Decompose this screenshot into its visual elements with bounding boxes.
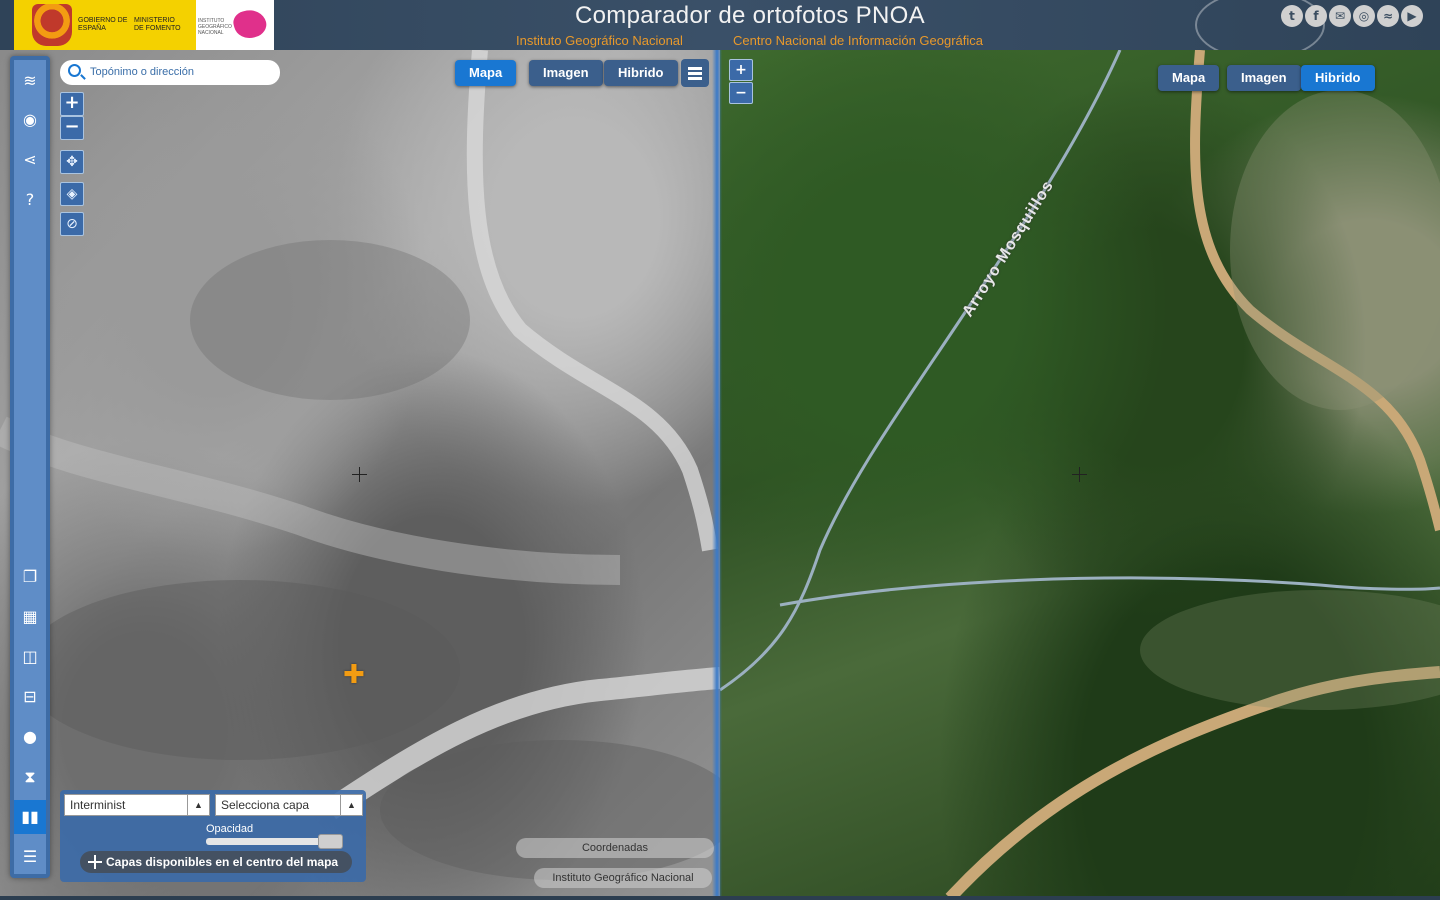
layers-menu-icon[interactable] bbox=[681, 59, 709, 87]
opacity-label: Opacidad bbox=[206, 823, 254, 835]
right-mapa-button[interactable]: Mapa bbox=[1158, 65, 1220, 91]
coat-of-arms-icon bbox=[32, 4, 72, 46]
right-map-panel[interactable] bbox=[720, 50, 1440, 898]
crosshair-icon bbox=[88, 855, 102, 869]
right-center-crosshair bbox=[1072, 467, 1087, 482]
horizontal-split-icon[interactable]: ⊟ bbox=[14, 680, 46, 714]
left-imagen-button[interactable]: Imagen bbox=[529, 60, 603, 86]
instagram-icon[interactable]: ◎ bbox=[1353, 5, 1375, 27]
search-icon[interactable] bbox=[68, 64, 81, 77]
center-layers-label: Capas disponibles en el centro del mapa bbox=[106, 855, 339, 869]
left-zoom-in-button[interactable]: + bbox=[60, 92, 84, 116]
caret-up-icon[interactable]: ▲ bbox=[187, 795, 209, 815]
app-header: GOBIERNO DE ESPAÑA MINISTERIO DE FOMENTO… bbox=[0, 0, 1440, 60]
hourglass-icon[interactable]: ⧗ bbox=[14, 760, 46, 794]
pan-arrows-icon[interactable]: ✥ bbox=[60, 150, 84, 174]
year-select[interactable]: Interminist ▲ bbox=[64, 794, 210, 816]
logo-gobierno-text: GOBIERNO DE ESPAÑA bbox=[78, 17, 128, 32]
twitter-icon[interactable]: t bbox=[1281, 5, 1303, 27]
facebook-icon[interactable]: f bbox=[1305, 5, 1327, 27]
overlay-icon[interactable]: ❐ bbox=[14, 560, 46, 594]
search-box[interactable]: Topónimo o dirección bbox=[60, 60, 280, 85]
bottom-border bbox=[0, 896, 1440, 900]
logo-ign-text: INSTITUTO GEOGRÁFICO NACIONAL bbox=[198, 18, 232, 36]
layer-select-panel: Interminist ▲ Selecciona capa ▲ Opacidad… bbox=[60, 790, 366, 882]
right-imagen-button[interactable]: Imagen bbox=[1227, 65, 1301, 91]
location-marker-icon: ✚ bbox=[343, 660, 365, 690]
year-select-value: Interminist bbox=[70, 798, 126, 812]
layer-select[interactable]: Selecciona capa ▲ bbox=[215, 794, 363, 816]
page-title: Comparador de ortofotos PNOA bbox=[575, 2, 925, 29]
email-icon[interactable]: ✉ bbox=[1329, 5, 1351, 27]
split-divider[interactable] bbox=[712, 50, 722, 898]
youtube-icon[interactable]: ▶ bbox=[1401, 5, 1423, 27]
compass-icon[interactable]: ⊘ bbox=[60, 212, 84, 236]
stacked-view-icon[interactable]: ☰ bbox=[14, 840, 46, 874]
left-mapa-button[interactable]: Mapa bbox=[455, 60, 517, 86]
opacity-slider-thumb[interactable] bbox=[318, 834, 343, 849]
right-zoom-in-button[interactable]: + bbox=[729, 59, 753, 81]
logo-ministerio-text: MINISTERIO DE FOMENTO bbox=[134, 17, 181, 32]
help-icon[interactable]: ? bbox=[14, 183, 46, 217]
subtitle-ign[interactable]: Instituto Geográfico Nacional bbox=[516, 33, 683, 48]
coordinates-pill[interactable]: Coordenadas bbox=[516, 838, 714, 858]
layer-select-value: Selecciona capa bbox=[221, 798, 310, 812]
right-zoom-out-button[interactable]: − bbox=[729, 82, 753, 104]
geolocate-icon[interactable]: ◈ bbox=[60, 182, 84, 206]
left-center-crosshair bbox=[352, 467, 367, 482]
quad-view-icon[interactable]: ▦ bbox=[14, 600, 46, 634]
left-hibrido-button[interactable]: Hibrido bbox=[604, 60, 678, 86]
left-map-panel[interactable]: ✚ bbox=[0, 50, 720, 898]
cnig-logo-icon bbox=[230, 6, 270, 42]
layers-icon[interactable]: ≋ bbox=[14, 64, 46, 98]
right-hibrido-button[interactable]: Hibrido bbox=[1301, 65, 1375, 91]
side-by-side-icon[interactable]: ▮▮ bbox=[14, 800, 46, 834]
vertical-split-icon[interactable]: ◫ bbox=[14, 640, 46, 674]
search-input[interactable]: Topónimo o dirección bbox=[90, 66, 194, 78]
center-layers-button[interactable]: Capas disponibles en el centro del mapa bbox=[80, 851, 352, 873]
attribution-pill[interactable]: Instituto Geográfico Nacional bbox=[534, 868, 712, 888]
eye-icon[interactable]: ◉ bbox=[14, 103, 46, 137]
ign-logo[interactable]: INSTITUTO GEOGRÁFICO NACIONAL bbox=[196, 0, 274, 50]
subtitle-cnig[interactable]: Centro Nacional de Información Geográfic… bbox=[733, 33, 983, 48]
rss-icon[interactable]: ≈ bbox=[1377, 5, 1399, 27]
caret-up-icon[interactable]: ▲ bbox=[340, 795, 362, 815]
circle-lens-icon[interactable]: ● bbox=[14, 720, 46, 754]
left-zoom-out-button[interactable]: − bbox=[60, 116, 84, 140]
share-icon[interactable]: ⋖ bbox=[14, 143, 46, 177]
